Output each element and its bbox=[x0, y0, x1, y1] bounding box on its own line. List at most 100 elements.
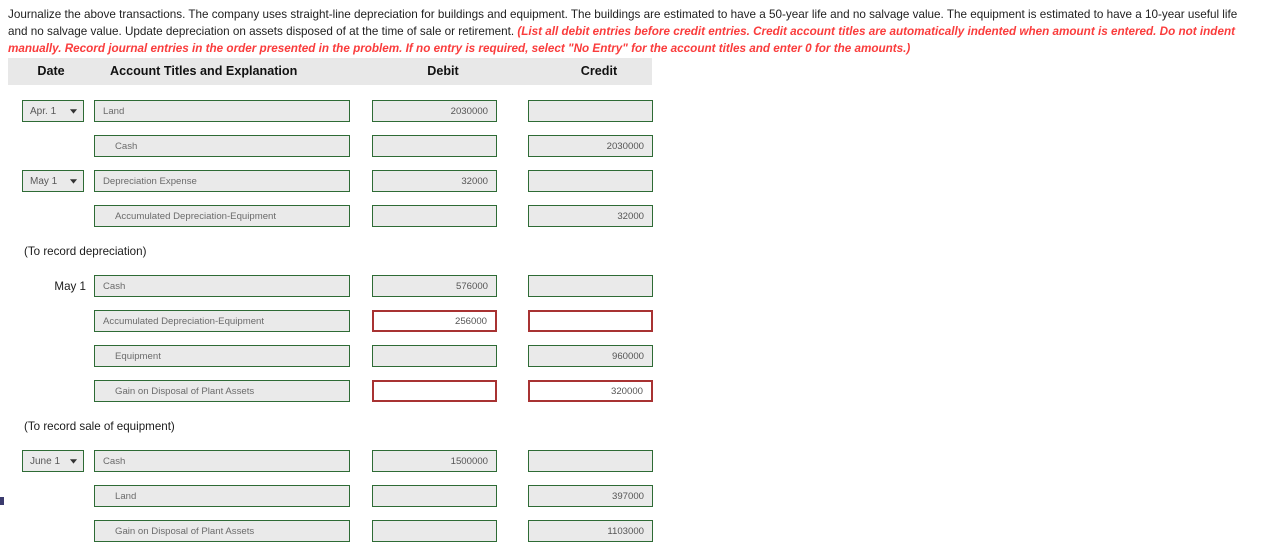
account-title-cell: Land bbox=[94, 100, 366, 123]
debit-cell: 256000 bbox=[372, 310, 514, 333]
journal-row: May 1 Cash 576000 bbox=[8, 269, 660, 304]
journal-row: Equipment 960000 bbox=[8, 339, 660, 374]
account-title-cell: Depreciation Expense bbox=[94, 170, 366, 193]
credit-cell bbox=[528, 170, 670, 193]
column-header-account: Account Titles and Explanation bbox=[110, 64, 298, 79]
debit-cell bbox=[372, 520, 514, 543]
debit-amount-input[interactable] bbox=[372, 485, 497, 508]
debit-amount-input[interactable] bbox=[372, 380, 497, 403]
date-cell: Apr. 1 ▼ bbox=[8, 100, 94, 123]
credit-amount-input[interactable]: 960000 bbox=[528, 345, 653, 368]
credit-amount-input[interactable] bbox=[528, 450, 653, 473]
account-title-input[interactable]: Depreciation Expense bbox=[94, 170, 350, 193]
scrollbar-artifact bbox=[0, 497, 4, 505]
debit-amount-input[interactable] bbox=[372, 205, 497, 228]
credit-cell: 320000 bbox=[528, 380, 670, 403]
account-title-input[interactable]: Land bbox=[94, 100, 350, 123]
debit-amount-input[interactable]: 32000 bbox=[372, 170, 497, 193]
column-header-debit: Debit bbox=[427, 64, 459, 79]
account-title-cell: Gain on Disposal of Plant Assets bbox=[94, 380, 366, 403]
account-title-input[interactable]: Accumulated Depreciation-Equipment bbox=[94, 205, 350, 228]
credit-cell bbox=[528, 450, 670, 473]
debit-cell: 2030000 bbox=[372, 100, 514, 123]
instructions-block: Journalize the above transactions. The c… bbox=[0, 0, 1267, 58]
account-title-cell: Land bbox=[94, 485, 366, 508]
debit-cell bbox=[372, 205, 514, 228]
memo-row: (To record depreciation) bbox=[8, 234, 660, 269]
memo-row: (To record sale of equipment) bbox=[8, 409, 660, 444]
account-title-input[interactable]: Gain on Disposal of Plant Assets bbox=[94, 520, 350, 543]
credit-amount-input[interactable] bbox=[528, 310, 653, 333]
debit-cell: 1500000 bbox=[372, 450, 514, 473]
debit-cell bbox=[372, 135, 514, 158]
credit-amount-input[interactable] bbox=[528, 170, 653, 193]
journal-row: Accumulated Depreciation-Equipment 32000 bbox=[8, 199, 660, 234]
credit-amount-input[interactable]: 397000 bbox=[528, 485, 653, 508]
debit-amount-input[interactable]: 1500000 bbox=[372, 450, 497, 473]
credit-amount-input[interactable]: 1103000 bbox=[528, 520, 653, 543]
journal-entry-table: Apr. 1 ▼ Land 2030000 Cash 2030000 May 1 ▼ Depre… bbox=[8, 94, 660, 549]
debit-cell bbox=[372, 345, 514, 368]
journal-row: Gain on Disposal of Plant Assets 1103000 bbox=[8, 514, 660, 549]
memo-text: (To record sale of equipment) bbox=[24, 419, 175, 433]
memo-text: (To record depreciation) bbox=[24, 244, 147, 258]
journal-row: Apr. 1 ▼ Land 2030000 bbox=[8, 94, 660, 129]
date-select-value: June 1 bbox=[30, 455, 61, 467]
debit-amount-input[interactable] bbox=[372, 135, 497, 158]
credit-cell bbox=[528, 310, 670, 333]
account-title-input[interactable]: Cash bbox=[94, 275, 350, 298]
debit-cell: 32000 bbox=[372, 170, 514, 193]
account-title-input[interactable]: Cash bbox=[94, 135, 350, 158]
account-title-cell: Cash bbox=[94, 275, 366, 298]
chevron-down-icon: ▼ bbox=[67, 176, 80, 185]
debit-cell bbox=[372, 380, 514, 403]
credit-amount-input[interactable]: 32000 bbox=[528, 205, 653, 228]
credit-amount-input[interactable] bbox=[528, 275, 653, 298]
debit-cell: 576000 bbox=[372, 275, 514, 298]
journal-row: Cash 2030000 bbox=[8, 129, 660, 164]
credit-cell: 397000 bbox=[528, 485, 670, 508]
chevron-down-icon: ▼ bbox=[67, 106, 80, 115]
credit-cell: 960000 bbox=[528, 345, 670, 368]
account-title-input[interactable]: Accumulated Depreciation-Equipment bbox=[94, 310, 350, 333]
account-title-input[interactable]: Land bbox=[94, 485, 350, 508]
credit-cell bbox=[528, 275, 670, 298]
chevron-down-icon: ▼ bbox=[67, 456, 80, 465]
debit-amount-input[interactable]: 576000 bbox=[372, 275, 497, 298]
debit-cell bbox=[372, 485, 514, 508]
debit-amount-input[interactable]: 2030000 bbox=[372, 100, 497, 123]
account-title-cell: Cash bbox=[94, 450, 366, 473]
account-title-cell: Gain on Disposal of Plant Assets bbox=[94, 520, 366, 543]
credit-amount-input[interactable]: 320000 bbox=[528, 380, 653, 403]
date-cell: June 1 ▼ bbox=[8, 450, 94, 473]
journal-row: Gain on Disposal of Plant Assets 320000 bbox=[8, 374, 660, 409]
debit-amount-input[interactable]: 256000 bbox=[372, 310, 497, 333]
journal-table-header: Date Account Titles and Explanation Debi… bbox=[8, 57, 652, 85]
date-select[interactable]: May 1 ▼ bbox=[22, 170, 84, 193]
debit-amount-input[interactable] bbox=[372, 520, 497, 543]
credit-cell: 2030000 bbox=[528, 135, 670, 158]
account-title-cell: Accumulated Depreciation-Equipment bbox=[94, 310, 366, 333]
column-header-credit: Credit bbox=[580, 64, 618, 79]
credit-amount-input[interactable] bbox=[528, 100, 653, 123]
date-cell: May 1 ▼ bbox=[8, 170, 94, 193]
credit-cell: 1103000 bbox=[528, 520, 670, 543]
account-title-input[interactable]: Cash bbox=[94, 450, 350, 473]
journal-row: June 1 ▼ Cash 1500000 bbox=[8, 444, 660, 479]
date-select[interactable]: June 1 ▼ bbox=[22, 450, 84, 473]
account-title-input[interactable]: Gain on Disposal of Plant Assets bbox=[94, 380, 350, 403]
credit-cell: 32000 bbox=[528, 205, 670, 228]
date-static-text: May 1 bbox=[54, 279, 86, 293]
account-title-cell: Cash bbox=[94, 135, 366, 158]
date-select-value: Apr. 1 bbox=[30, 105, 57, 117]
journal-row: May 1 ▼ Depreciation Expense 32000 bbox=[8, 164, 660, 199]
date-cell: May 1 bbox=[8, 280, 94, 293]
column-header-date: Date bbox=[37, 64, 65, 79]
credit-cell bbox=[528, 100, 670, 123]
debit-amount-input[interactable] bbox=[372, 345, 497, 368]
account-title-input[interactable]: Equipment bbox=[94, 345, 350, 368]
journal-row: Accumulated Depreciation-Equipment 256000 bbox=[8, 304, 660, 339]
credit-amount-input[interactable]: 2030000 bbox=[528, 135, 653, 158]
date-select[interactable]: Apr. 1 ▼ bbox=[22, 100, 84, 123]
journal-row: Land 397000 bbox=[8, 479, 660, 514]
